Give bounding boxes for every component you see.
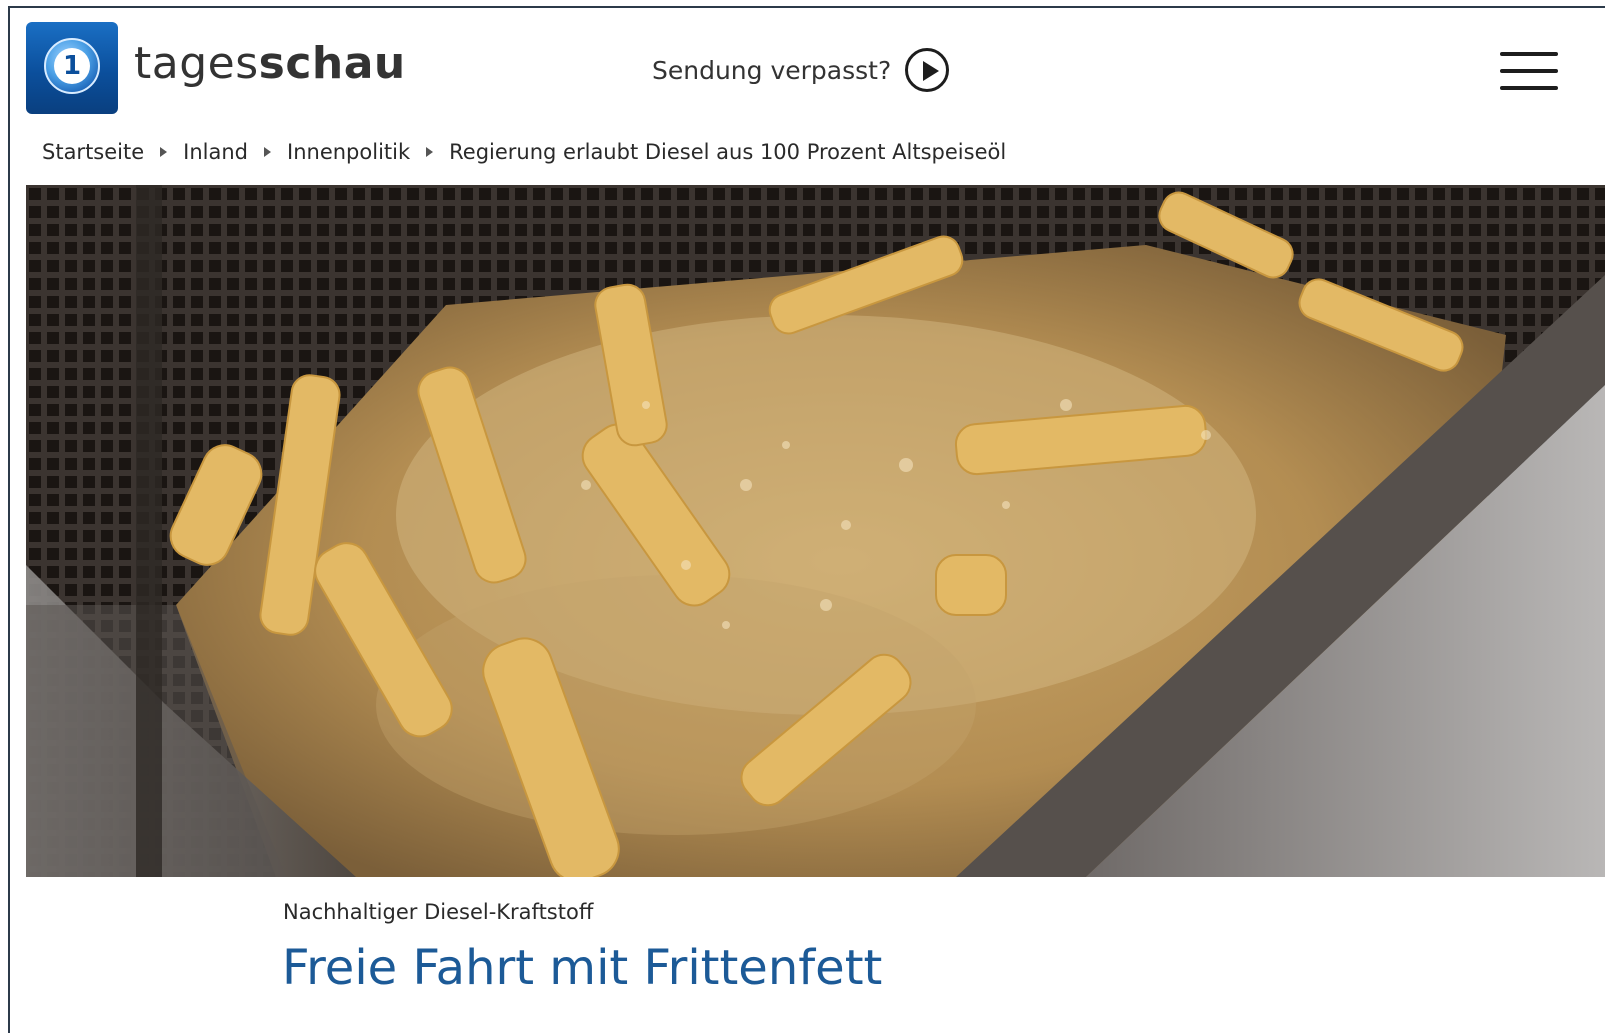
breadcrumb-item-startseite[interactable]: Startseite [42, 140, 144, 164]
das-erste-logo-icon[interactable]: 1 [26, 22, 118, 114]
hamburger-menu-icon[interactable] [1500, 50, 1558, 94]
breadcrumb-separator-icon [264, 147, 272, 157]
missed-broadcast-label: Sendung verpasst? [652, 55, 892, 85]
play-circle-icon [905, 48, 950, 92]
breadcrumb-item-innenpolitik[interactable]: Innenpolitik [287, 140, 410, 164]
breadcrumb: Startseite Inland Innenpolitik Regierung… [42, 140, 1006, 164]
brand-bold: schau [258, 38, 406, 89]
logo-one-glyph: 1 [54, 48, 90, 84]
brand-logo-text[interactable]: tagesschau [134, 38, 406, 89]
hero-image-fryer [26, 185, 1605, 877]
article-kicker: Nachhaltiger Diesel-Kraftstoff [283, 900, 594, 924]
missed-broadcast-link[interactable]: Sendung verpasst? [652, 48, 950, 92]
breadcrumb-separator-icon [160, 147, 168, 157]
globe-icon: 1 [44, 38, 100, 94]
site-header: 1 tagesschau Sendung verpasst? [10, 8, 1605, 126]
article-headline: Freie Fahrt mit Frittenfett [282, 940, 883, 996]
brand-regular: tages [134, 38, 259, 89]
breadcrumb-item-inland[interactable]: Inland [183, 140, 248, 164]
breadcrumb-item-current: Regierung erlaubt Diesel aus 100 Prozent… [449, 140, 1007, 164]
breadcrumb-separator-icon [426, 147, 434, 157]
